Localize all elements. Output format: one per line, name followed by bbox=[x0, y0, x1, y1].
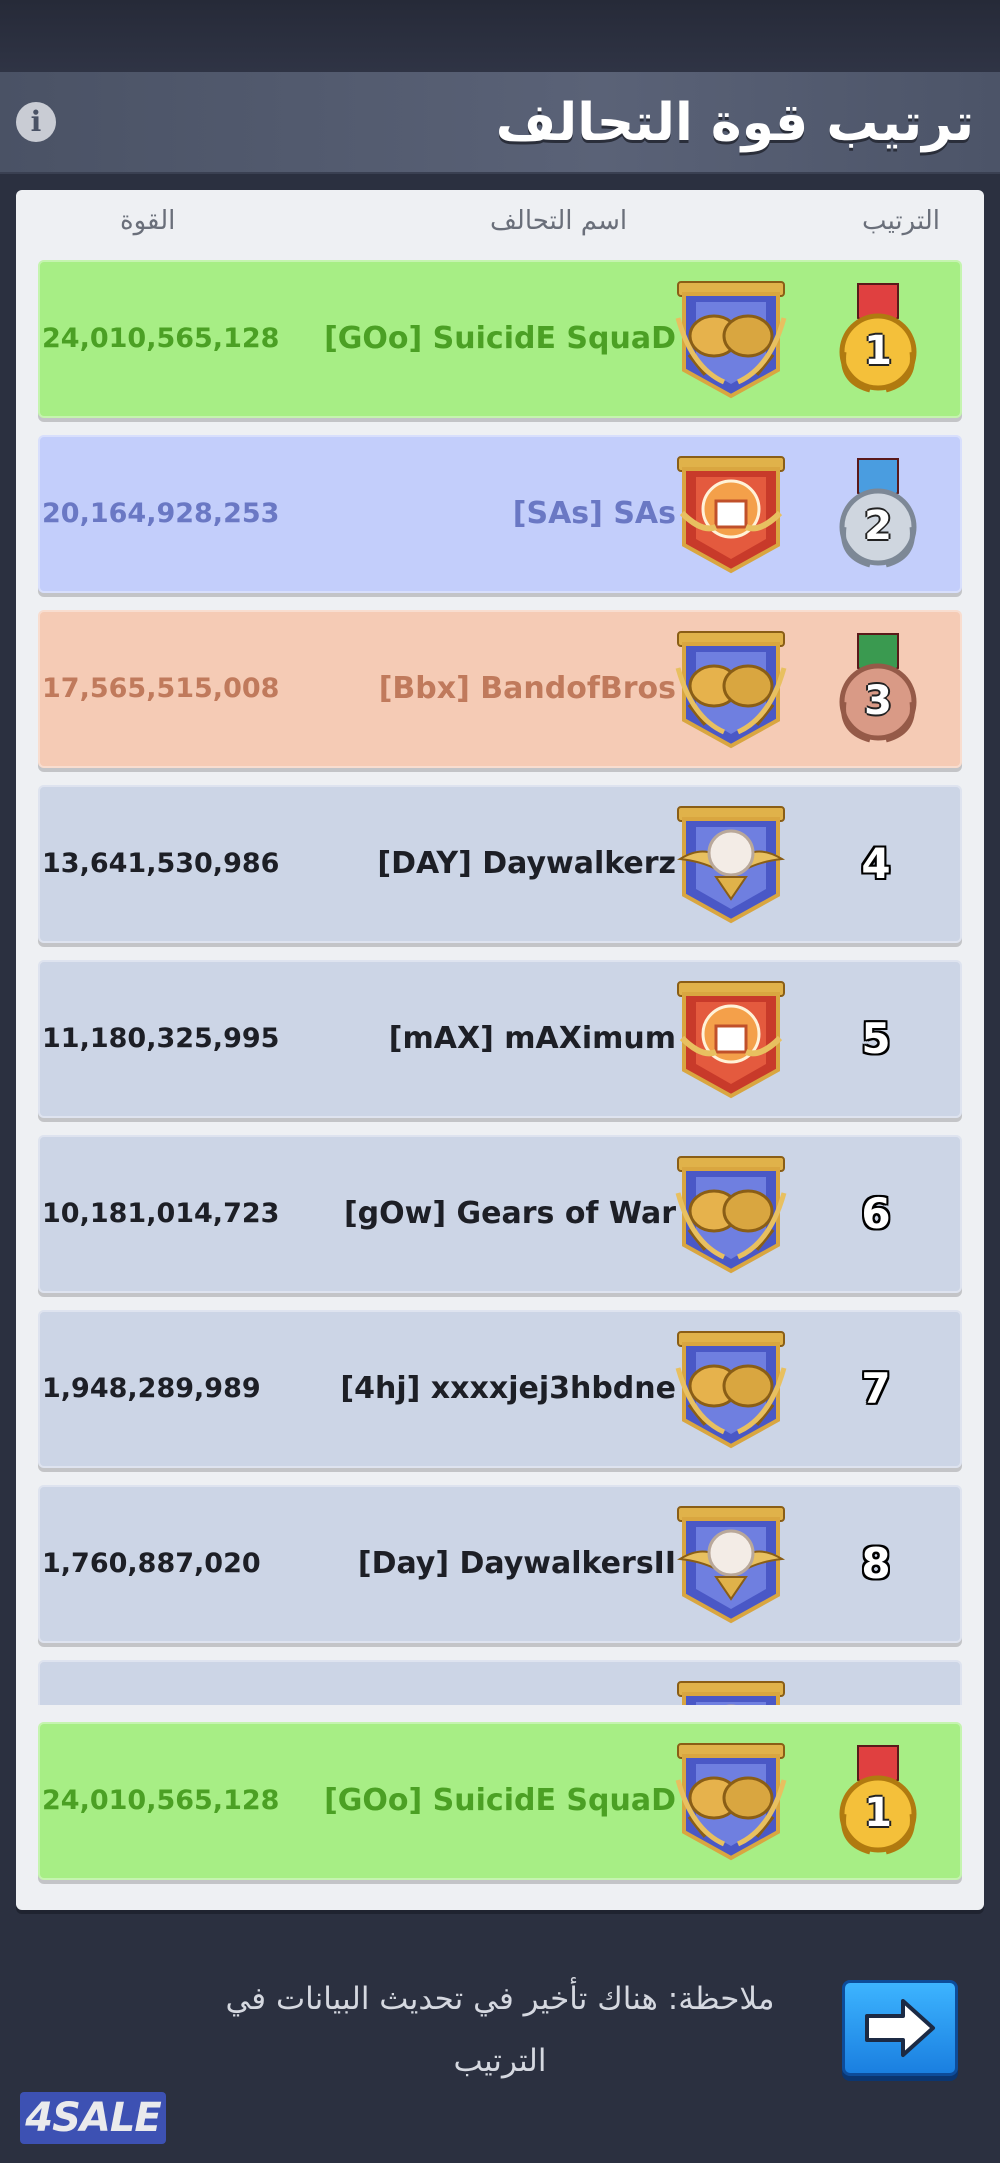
rank-number: 2 bbox=[864, 503, 892, 549]
alliance-row[interactable]: 17,565,515,008 [Bbx] BandofBros 3 bbox=[38, 610, 962, 768]
alliance-power: 11,180,325,995 bbox=[42, 1023, 280, 1054]
alliance-row[interactable]: 11,180,325,995 [mAX] mAXimum 5 bbox=[38, 960, 962, 1118]
delay-note: ملاحظة: هناك تأخير في تحديث البيانات في … bbox=[225, 1981, 775, 2079]
fist-emblem bbox=[677, 981, 785, 1099]
alliance-row[interactable]: 20,164,928,253 [SAs] SAs 2 bbox=[38, 435, 962, 593]
fist-emblem bbox=[677, 456, 785, 574]
alliance-power: 20,164,928,253 bbox=[42, 498, 280, 529]
column-header-rank: الترتيب bbox=[862, 206, 940, 236]
rank-number: 1 bbox=[864, 1790, 892, 1836]
alliance-name[interactable]: [GOo] SuicidE SquaD bbox=[324, 260, 676, 418]
alliance-power: 13,641,530,986 bbox=[42, 848, 280, 879]
fists-emblem bbox=[675, 281, 787, 399]
alliance-power: 24,010,565,128 bbox=[42, 323, 280, 354]
alliance-name[interactable]: [Day] DaywalkersII bbox=[358, 1485, 676, 1643]
column-header-power: القوة bbox=[120, 206, 176, 236]
alliance-power: 1,948,289,989 bbox=[42, 1373, 261, 1404]
alliance-row[interactable]: 13,641,530,986 [DAY] Daywalkerz 4 bbox=[38, 785, 962, 943]
alliance-power: 10,181,014,723 bbox=[42, 1198, 280, 1229]
own-alliance-row[interactable]: 24,010,565,128 [GOo] SuicidE SquaD 1 bbox=[38, 1722, 962, 1880]
rank-number: 4 bbox=[861, 839, 891, 888]
fists-emblem bbox=[675, 1156, 787, 1274]
fists-emblem bbox=[675, 631, 787, 749]
next-button[interactable] bbox=[842, 1980, 958, 2076]
ranking-list[interactable]: 24,010,565,128 [GOo] SuicidE SquaD 1 20,164… bbox=[16, 250, 984, 1705]
rank-number: 5 bbox=[861, 1014, 891, 1063]
alliance-name[interactable]: [DAY] Daywalkerz bbox=[377, 785, 676, 943]
alliance-name[interactable]: [GOo] SuicidE SquaD bbox=[324, 1722, 676, 1880]
column-header-alliance-name: اسم التحالف bbox=[490, 206, 628, 236]
alliance-row[interactable]: 10,181,014,723 [gOw] Gears of War 6 bbox=[38, 1135, 962, 1293]
rank-number: 8 bbox=[861, 1539, 891, 1588]
bronze-medal-icon: 3 bbox=[830, 632, 926, 748]
gold-medal-icon: 1 bbox=[830, 1744, 926, 1860]
rank-number: 6 bbox=[861, 1189, 891, 1238]
alliance-name[interactable]: [Bbx] BandofBros bbox=[379, 610, 676, 768]
rank-number: 1 bbox=[864, 328, 892, 374]
status-bar-area bbox=[0, 0, 1000, 72]
arrow-right-icon bbox=[865, 1999, 935, 2057]
alliance-row-partial[interactable] bbox=[38, 1660, 962, 1705]
rank-number: 7 bbox=[861, 1364, 891, 1413]
alliance-row[interactable]: 24,010,565,128 [GOo] SuicidE SquaD 1 bbox=[38, 260, 962, 418]
alliance-name[interactable]: [4hj] xxxxjej3hbdne bbox=[340, 1310, 676, 1468]
wings-emblem bbox=[676, 806, 786, 924]
rank-number: 3 bbox=[864, 678, 892, 724]
alliance-power: 17,565,515,008 bbox=[42, 673, 280, 704]
alliance-name[interactable]: [mAX] mAXimum bbox=[389, 960, 676, 1118]
info-icon[interactable]: i bbox=[16, 102, 56, 142]
alliance-row[interactable]: 1,760,887,020 [Day] DaywalkersII 8 bbox=[38, 1485, 962, 1643]
fists-emblem bbox=[675, 1331, 787, 1449]
alliance-power: 1,760,887,020 bbox=[42, 1548, 261, 1579]
wings-emblem bbox=[676, 1506, 786, 1624]
silver-medal-icon: 2 bbox=[830, 457, 926, 573]
brand-logo: 4SALE bbox=[20, 2092, 166, 2144]
gold-medal-icon: 1 bbox=[830, 282, 926, 398]
alliance-name[interactable]: [SAs] SAs bbox=[513, 435, 676, 593]
alliance-row[interactable]: 1,948,289,989 [4hj] xxxxjej3hbdne 7 bbox=[38, 1310, 962, 1468]
fists-emblem bbox=[675, 1743, 787, 1861]
alliance-power: 24,010,565,128 bbox=[42, 1785, 280, 1816]
alliance-name[interactable]: [gOw] Gears of War bbox=[344, 1135, 676, 1293]
page-title: ترتيب قوة التحالف bbox=[495, 93, 974, 153]
wings-emblem bbox=[677, 1681, 785, 1705]
